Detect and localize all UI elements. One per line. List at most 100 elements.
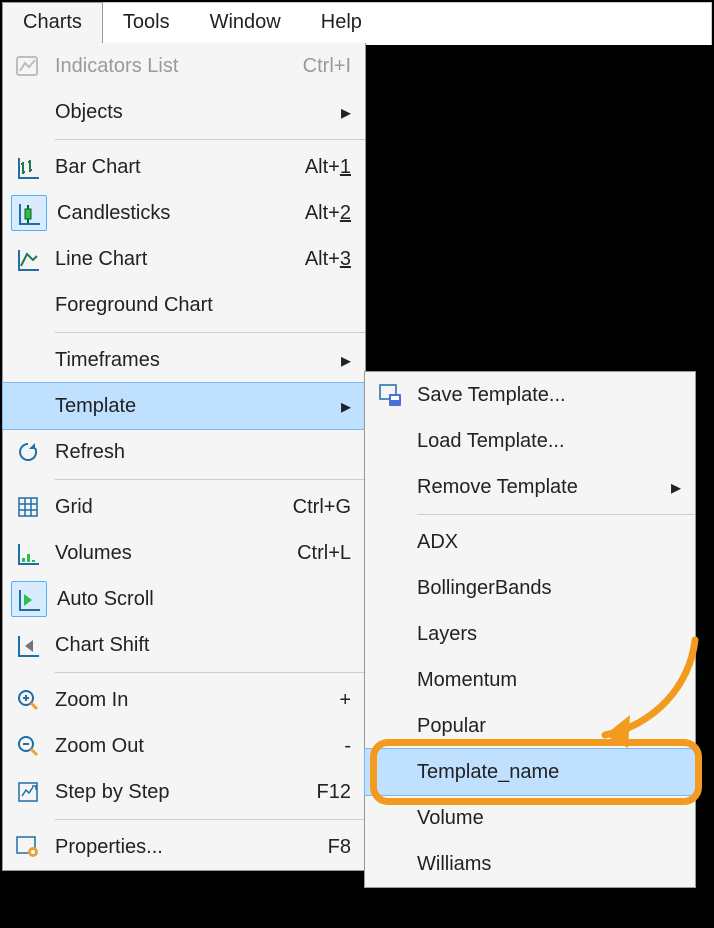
blank-icon	[373, 470, 407, 504]
blank-icon	[11, 95, 45, 129]
menu-separator	[55, 479, 365, 480]
menu-separator	[55, 332, 365, 333]
menu-label: Objects	[55, 101, 333, 124]
blank-icon	[373, 709, 407, 743]
refresh-icon	[11, 435, 45, 469]
menu-shortcut: Ctrl+L	[297, 542, 351, 565]
template-submenu: Save Template... Load Template... Remove…	[364, 371, 696, 888]
menu-item-properties[interactable]: Properties... F8	[3, 824, 365, 870]
menu-item-refresh[interactable]: Refresh	[3, 429, 365, 475]
menu-item-line-chart[interactable]: Line Chart Alt+3	[3, 236, 365, 282]
grid-icon	[11, 490, 45, 524]
submenu-template-item[interactable]: BollingerBands	[365, 565, 695, 611]
step-icon	[11, 775, 45, 809]
submenu-template-item[interactable]: Momentum	[365, 657, 695, 703]
submenu-item-load-template[interactable]: Load Template...	[365, 418, 695, 464]
chart-shift-icon	[11, 628, 45, 662]
submenu-template-item[interactable]: Volume	[365, 795, 695, 841]
menu-label: Properties...	[55, 836, 328, 859]
submenu-arrow-icon: ▸	[341, 100, 351, 125]
indicators-icon	[11, 49, 45, 83]
menubar-tab-help[interactable]: Help	[301, 3, 382, 45]
menu-item-volumes[interactable]: Volumes Ctrl+L	[3, 530, 365, 576]
menu-item-chart-shift[interactable]: Chart Shift	[3, 622, 365, 668]
candlesticks-icon	[11, 195, 47, 231]
menu-label: Candlesticks	[57, 202, 305, 225]
submenu-template-item[interactable]: Layers	[365, 611, 695, 657]
submenu-label: Layers	[417, 623, 681, 646]
menu-label: Step by Step	[55, 781, 317, 804]
menu-shortcut: +	[339, 689, 351, 712]
submenu-template-item[interactable]: Williams	[365, 841, 695, 887]
submenu-label: Williams	[417, 853, 681, 876]
menu-item-auto-scroll[interactable]: Auto Scroll	[3, 576, 365, 622]
menu-label: Line Chart	[55, 248, 305, 271]
menu-item-zoom-in[interactable]: Zoom In +	[3, 677, 365, 723]
menu-label: Auto Scroll	[57, 588, 351, 611]
submenu-label: Save Template...	[417, 384, 681, 407]
submenu-template-item[interactable]: ADX	[365, 519, 695, 565]
auto-scroll-icon	[11, 581, 47, 617]
menu-label: Zoom In	[55, 689, 339, 712]
menu-item-zoom-out[interactable]: Zoom Out -	[3, 723, 365, 769]
menu-label: Bar Chart	[55, 156, 305, 179]
menu-separator	[55, 139, 365, 140]
menu-item-template[interactable]: Template ▸	[3, 383, 365, 429]
submenu-label: BollingerBands	[417, 577, 681, 600]
menu-separator	[417, 514, 695, 515]
properties-icon	[11, 830, 45, 864]
menubar-tab-charts[interactable]: Charts	[2, 2, 103, 44]
menu-item-grid[interactable]: Grid Ctrl+G	[3, 484, 365, 530]
blank-icon	[373, 617, 407, 651]
blank-icon	[11, 288, 45, 322]
submenu-arrow-icon: ▸	[671, 475, 681, 500]
submenu-arrow-icon: ▸	[341, 348, 351, 373]
menu-label: Indicators List	[55, 55, 303, 78]
menu-item-bar-chart[interactable]: Bar Chart Alt+1	[3, 144, 365, 190]
menu-shortcut: Alt+2	[305, 202, 351, 225]
menu-item-candlesticks[interactable]: Candlesticks Alt+2	[3, 190, 365, 236]
menubar-tab-tools[interactable]: Tools	[103, 3, 190, 45]
blank-icon	[373, 801, 407, 835]
blank-icon	[373, 571, 407, 605]
menu-label: Timeframes	[55, 349, 333, 372]
menu-item-foreground-chart[interactable]: Foreground Chart	[3, 282, 365, 328]
menu-shortcut: F8	[328, 836, 351, 859]
submenu-template-item-highlighted[interactable]: Template_name	[365, 749, 695, 795]
submenu-template-item[interactable]: Popular	[365, 703, 695, 749]
menubar-tab-window[interactable]: Window	[190, 3, 301, 45]
menubar-label: Window	[210, 11, 281, 33]
menu-label: Refresh	[55, 441, 351, 464]
menu-separator	[55, 672, 365, 673]
menu-shortcut: F12	[317, 781, 351, 804]
blank-icon	[373, 755, 407, 789]
volumes-icon	[11, 536, 45, 570]
blank-icon	[373, 847, 407, 881]
menu-label: Template	[55, 395, 333, 418]
blank-icon	[373, 663, 407, 697]
menu-item-objects[interactable]: Objects ▸	[3, 89, 365, 135]
blank-icon	[11, 343, 45, 377]
submenu-item-remove-template[interactable]: Remove Template ▸	[365, 464, 695, 510]
menubar: Charts Tools Window Help	[2, 2, 712, 45]
menu-shortcut: Alt+3	[305, 248, 351, 271]
line-chart-icon	[11, 242, 45, 276]
submenu-label: Remove Template	[417, 476, 663, 499]
blank-icon	[373, 525, 407, 559]
submenu-label: Load Template...	[417, 430, 681, 453]
submenu-item-save-template[interactable]: Save Template...	[365, 372, 695, 418]
bar-chart-icon	[11, 150, 45, 184]
menu-shortcut: Ctrl+G	[293, 496, 351, 519]
menubar-label: Charts	[23, 11, 82, 33]
submenu-label: Popular	[417, 715, 681, 738]
submenu-label: ADX	[417, 531, 681, 554]
menu-label: Chart Shift	[55, 634, 351, 657]
menu-item-indicators-list[interactable]: Indicators List Ctrl+I	[3, 43, 365, 89]
submenu-label: Template_name	[417, 761, 681, 784]
menubar-label: Help	[321, 11, 362, 33]
menu-item-step-by-step[interactable]: Step by Step F12	[3, 769, 365, 815]
menu-item-timeframes[interactable]: Timeframes ▸	[3, 337, 365, 383]
blank-icon	[373, 424, 407, 458]
submenu-label: Momentum	[417, 669, 681, 692]
menu-shortcut: -	[344, 735, 351, 758]
